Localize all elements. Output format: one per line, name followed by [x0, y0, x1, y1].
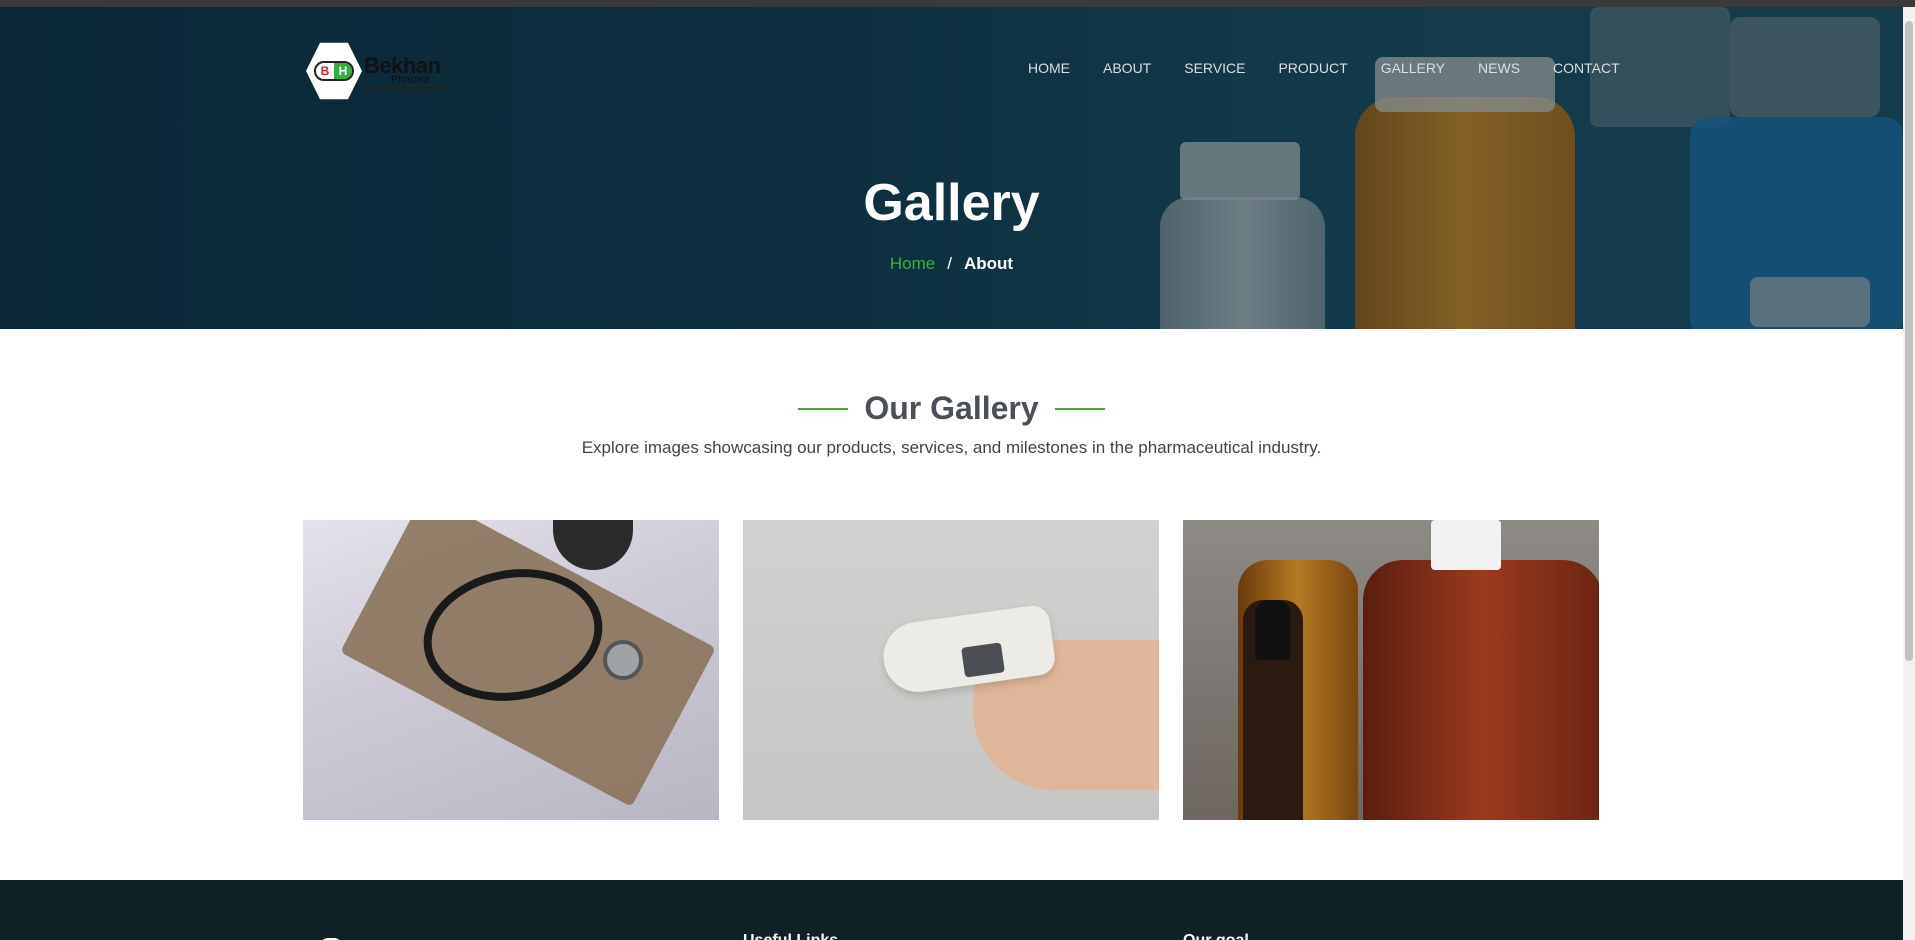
- scrollbar-thumb[interactable]: [1905, 21, 1913, 661]
- page-title: Gallery: [863, 174, 1040, 232]
- dropper-cap: [1255, 600, 1291, 660]
- breadcrumb-separator: /: [947, 254, 952, 273]
- thermometer-screen: [961, 642, 1005, 678]
- hero-banner: B H Bekhan Pharma HOME ABOUT SERVICE PRO…: [0, 7, 1903, 329]
- heading-line-right: [1054, 407, 1105, 410]
- footer-useful-links-heading: Useful Links: [743, 932, 838, 940]
- nav-service[interactable]: SERVICE: [1184, 60, 1245, 76]
- breadcrumb-current: About: [964, 254, 1014, 273]
- gallery-image-thermometer[interactable]: [743, 520, 1159, 820]
- breadcrumb: Home / About: [0, 254, 1903, 274]
- hero-overlay: [0, 7, 1903, 329]
- logo-letter-h: H: [334, 63, 352, 79]
- main-nav: HOME ABOUT SERVICE PRODUCT GALLERY NEWS …: [1028, 60, 1620, 76]
- breadcrumb-home-link[interactable]: Home: [890, 254, 935, 273]
- footer-our-goal-heading: Our goal: [1183, 932, 1249, 940]
- large-amber-bottle: [1363, 560, 1599, 820]
- gallery-title: Our Gallery: [864, 390, 1039, 426]
- page-scrollbar[interactable]: [1903, 7, 1915, 940]
- logo-badge-icon: B H: [314, 61, 354, 81]
- nav-contact[interactable]: CONTACT: [1553, 60, 1620, 76]
- browser-top-strip: [0, 0, 1915, 7]
- gallery-image-stethoscope[interactable]: [303, 520, 719, 820]
- stethoscope-chestpiece: [603, 640, 643, 680]
- site-footer: Useful Links Our goal: [0, 880, 1903, 940]
- logo-letter-b: B: [320, 64, 330, 78]
- nav-news[interactable]: NEWS: [1478, 60, 1520, 76]
- nav-gallery[interactable]: GALLERY: [1381, 60, 1445, 76]
- gallery-heading: Our Gallery: [0, 390, 1903, 427]
- nav-home[interactable]: HOME: [1028, 60, 1070, 76]
- heading-line-left: [798, 407, 849, 410]
- brand-logo[interactable]: B H Bekhan Pharma: [306, 41, 446, 101]
- pressure-gauge: [553, 520, 633, 570]
- gallery-description: Explore images showcasing our products, …: [581, 438, 1322, 457]
- nav-product[interactable]: PRODUCT: [1278, 60, 1347, 76]
- bottle-cap: [1431, 520, 1501, 570]
- brand-tagline: [364, 87, 446, 90]
- logo-hexagon: B H: [306, 42, 362, 100]
- brand-subtitle: Pharma: [391, 74, 430, 86]
- gallery-image-bottles[interactable]: [1183, 520, 1599, 820]
- nav-about[interactable]: ABOUT: [1103, 60, 1151, 76]
